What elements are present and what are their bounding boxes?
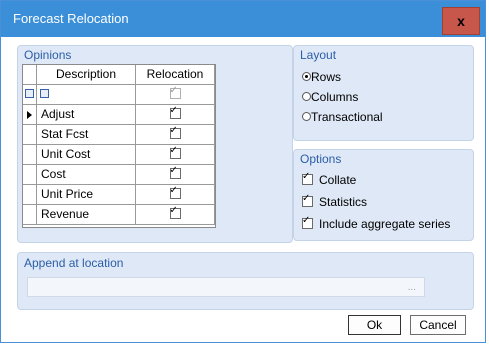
relocation-checkbox[interactable]: ✓ [169, 105, 181, 120]
row-indicator[interactable] [23, 125, 37, 145]
row-indicator[interactable] [23, 145, 37, 165]
browse-location-button[interactable]: ... [408, 282, 416, 293]
select-all-checkbox[interactable]: ✓ [169, 85, 181, 100]
grid-row[interactable]: Revenue ✓ [23, 205, 215, 225]
row-relocation-cell[interactable]: ✓ [136, 165, 215, 185]
row-relocation-cell[interactable]: ✓ [136, 145, 215, 165]
layout-radio-transactional[interactable]: Transactional [302, 108, 383, 126]
close-icon: x [457, 13, 465, 29]
opinions-group-label: Opinions [24, 48, 72, 62]
radio-label: Columns [311, 90, 359, 104]
grid-row[interactable]: Cost ✓ [23, 165, 215, 185]
option-label: Collate [319, 173, 357, 187]
option-checkbox-row[interactable]: ✓ Statistics [302, 193, 367, 211]
row-description[interactable]: Unit Cost [37, 145, 136, 165]
grid-row[interactable]: Adjust ✓ [23, 105, 215, 125]
layout-group-label: Layout [300, 48, 337, 62]
row-indicator[interactable] [23, 105, 37, 125]
option-checkbox-row[interactable]: ✓ Collate [302, 171, 356, 189]
row-description[interactable]: Revenue [37, 205, 136, 225]
radio-label: Rows [311, 70, 342, 84]
cancel-button[interactable]: Cancel [410, 315, 466, 335]
append-location-field[interactable]: ... [27, 277, 425, 297]
options-group-label: Options [300, 152, 342, 166]
check-icon: ✓ [169, 105, 178, 117]
dialog-body: Opinions Description Relocation ✓ Adjust… [8, 38, 480, 338]
radio-button-icon[interactable] [302, 112, 311, 122]
options-group: Options ✓ Collate ✓ Statistics ✓ Include aggr… [293, 149, 474, 241]
row-description[interactable]: Adjust [37, 105, 136, 125]
check-icon: ✓ [169, 165, 178, 177]
title-bar[interactable]: Forecast Relocation x [1, 1, 485, 37]
row-relocation-cell[interactable]: ✓ [136, 105, 215, 125]
filter-relocation-cell[interactable]: ✓ [136, 85, 215, 105]
check-icon: ✓ [169, 205, 178, 217]
ok-button[interactable]: Ok [348, 315, 401, 335]
check-icon: ✓ [302, 193, 311, 205]
check-icon: ✓ [169, 185, 178, 197]
option-checkbox[interactable]: ✓ [302, 215, 313, 230]
relocation-checkbox[interactable]: ✓ [169, 145, 181, 160]
row-relocation-cell[interactable]: ✓ [136, 125, 215, 145]
opinions-grid[interactable]: Description Relocation ✓ Adjust ✓ Stat Fcs… [22, 64, 216, 228]
column-header-relocation[interactable]: Relocation [136, 65, 215, 85]
radio-button-icon[interactable] [302, 92, 311, 102]
check-icon: ✓ [169, 85, 178, 97]
option-checkbox-row[interactable]: ✓ Include aggregate series [302, 215, 450, 233]
layout-group: Layout Rows Columns Transactional [293, 45, 474, 141]
option-label: Statistics [319, 195, 368, 209]
row-description[interactable]: Unit Price [37, 185, 136, 205]
check-icon: ✓ [169, 125, 178, 137]
current-row-arrow-icon [27, 111, 32, 119]
check-icon: ✓ [302, 171, 311, 183]
grid-row[interactable]: Unit Price ✓ [23, 185, 215, 205]
grid-header-row: Description Relocation [23, 65, 215, 85]
relocation-checkbox[interactable]: ✓ [169, 125, 181, 140]
relocation-checkbox[interactable]: ✓ [169, 205, 181, 220]
option-checkbox[interactable]: ✓ [302, 193, 313, 208]
row-indicator[interactable] [23, 185, 37, 205]
check-icon: ✓ [169, 145, 178, 157]
forecast-relocation-dialog: Forecast Relocation x Opinions Descripti… [0, 0, 486, 343]
filter-text-icon[interactable] [40, 89, 49, 98]
opinions-group: Opinions Description Relocation ✓ Adjust… [17, 45, 293, 243]
row-relocation-cell[interactable]: ✓ [136, 185, 215, 205]
grid-row[interactable]: Stat Fcst ✓ [23, 125, 215, 145]
layout-radio-columns[interactable]: Columns [302, 88, 358, 106]
column-header-description[interactable]: Description [37, 65, 136, 85]
grid-header-corner [23, 65, 37, 85]
append-group-label: Append at location [24, 256, 124, 270]
row-relocation-cell[interactable]: ✓ [136, 205, 215, 225]
dialog-title: Forecast Relocation [13, 11, 129, 26]
grid-filter-row: ✓ [23, 85, 215, 105]
filter-clear-icon[interactable] [25, 89, 34, 98]
option-checkbox[interactable]: ✓ [302, 171, 313, 186]
grid-row[interactable]: Unit Cost ✓ [23, 145, 215, 165]
radio-label: Transactional [311, 110, 383, 124]
row-description[interactable]: Stat Fcst [37, 125, 136, 145]
option-label: Include aggregate series [319, 217, 451, 231]
row-indicator[interactable] [23, 205, 37, 225]
layout-radio-rows[interactable]: Rows [302, 68, 341, 86]
row-indicator[interactable] [23, 165, 37, 185]
relocation-checkbox[interactable]: ✓ [169, 185, 181, 200]
radio-button-icon[interactable] [302, 72, 311, 82]
check-icon: ✓ [302, 215, 311, 227]
append-group: Append at location ... [17, 252, 474, 310]
row-description[interactable]: Cost [37, 165, 136, 185]
filter-row-indicator [23, 85, 37, 105]
close-button[interactable]: x [442, 7, 480, 35]
relocation-checkbox[interactable]: ✓ [169, 165, 181, 180]
filter-description-cell[interactable] [37, 85, 136, 105]
